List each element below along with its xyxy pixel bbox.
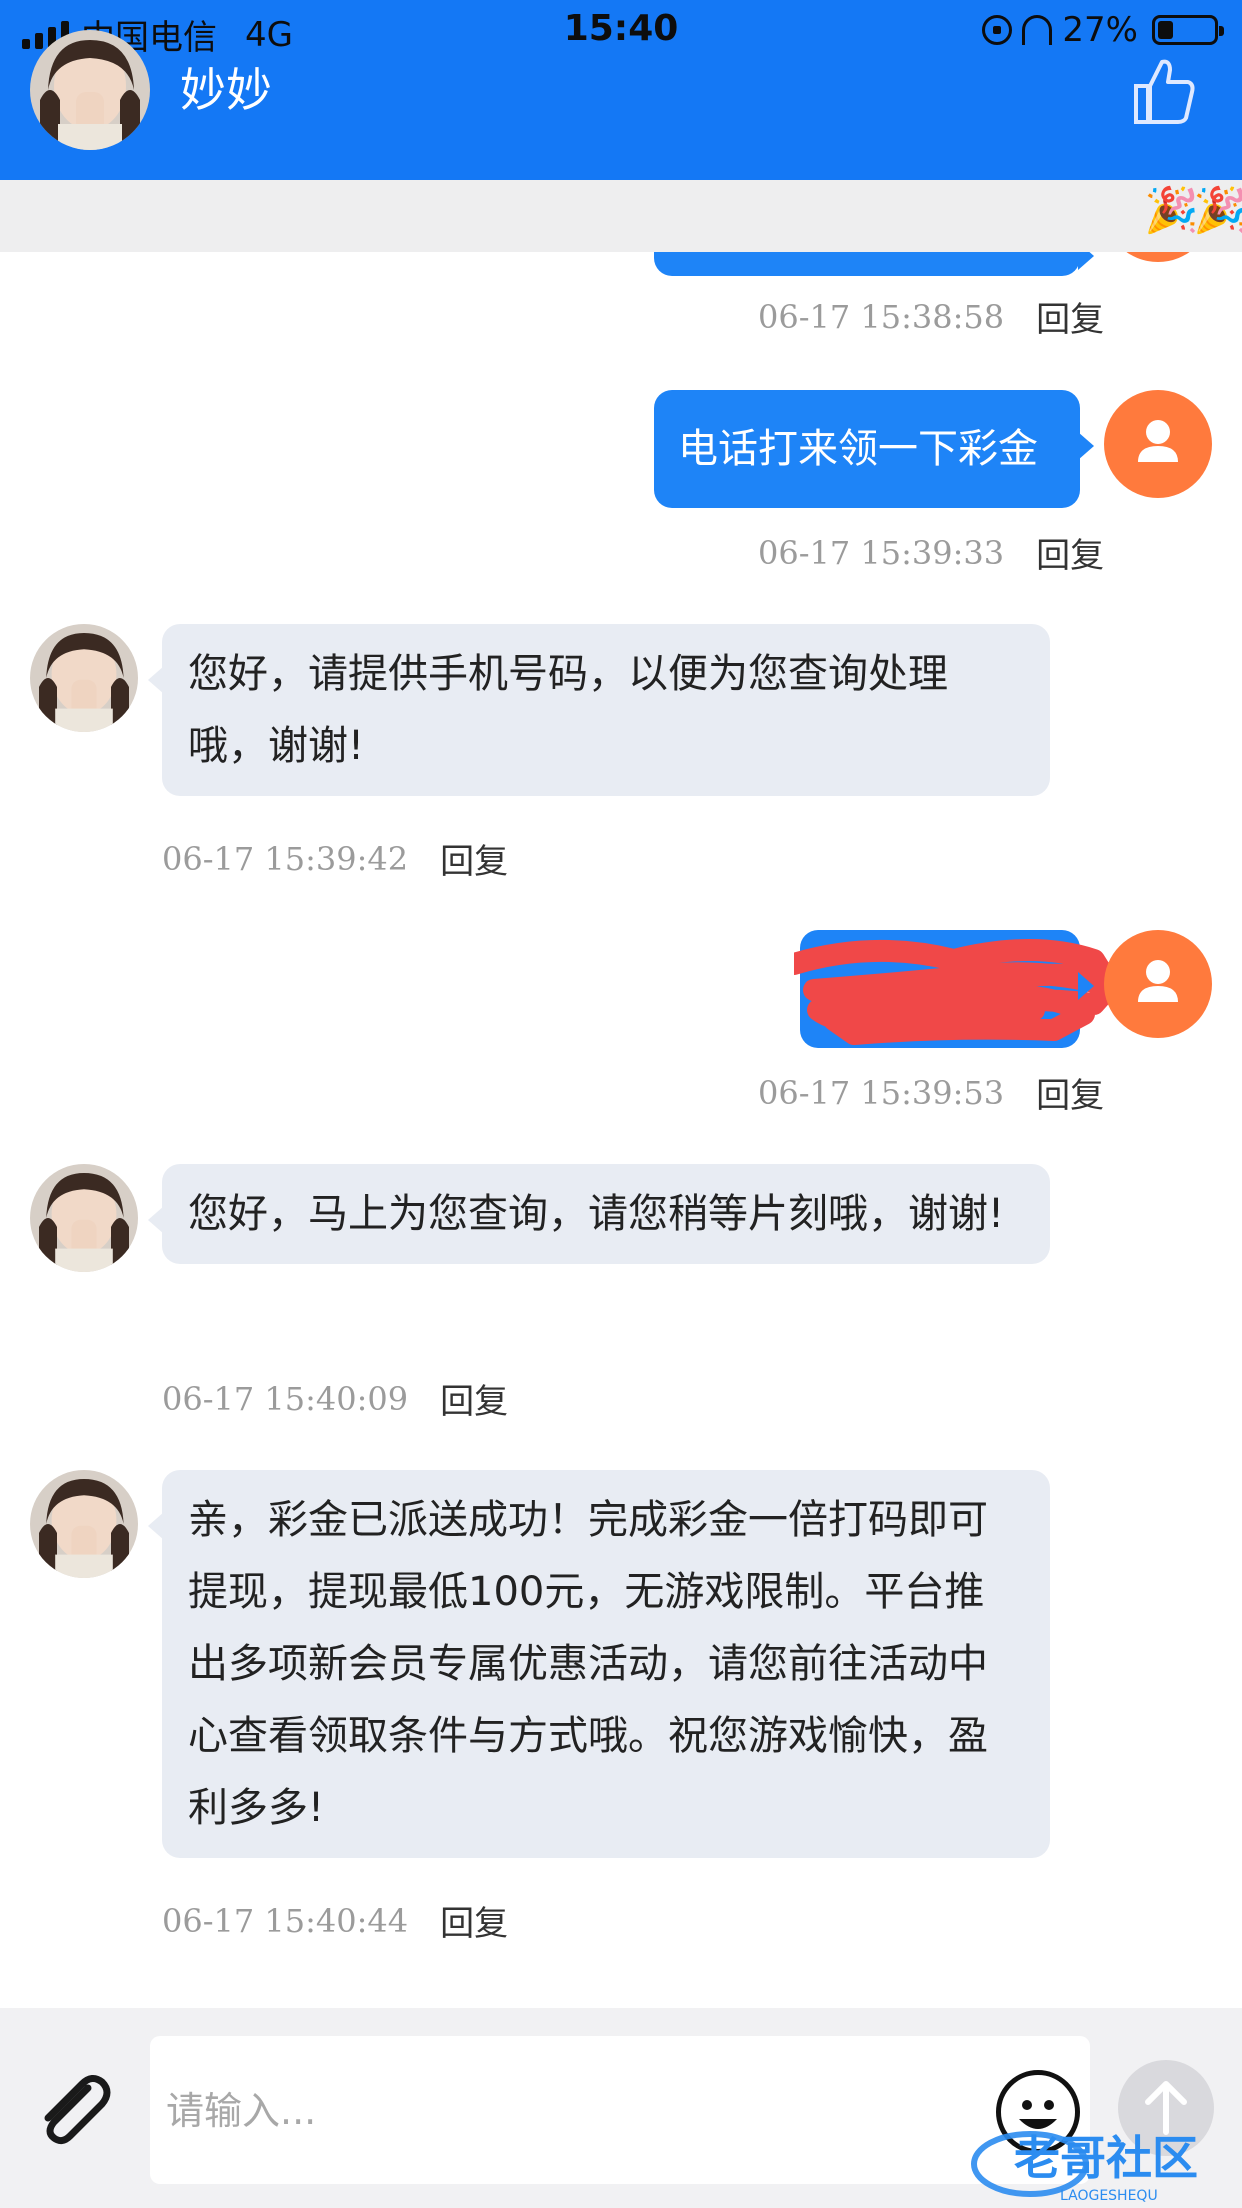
message-meta: 06-17 15:39:53 回复: [758, 1068, 1104, 1117]
notice-bar: 🎉🎉: [0, 180, 1242, 252]
headphones-icon: [1022, 15, 1053, 45]
message-timestamp: 06-17 15:40:44: [162, 1901, 409, 1940]
rotation-lock-icon: [982, 15, 1013, 45]
portrait-image: [30, 1164, 138, 1272]
message-meta: 06-17 15:40:44 回复: [162, 1896, 508, 1945]
message-meta: 06-17 15:38:58 回复: [758, 292, 1104, 341]
agent-avatar: [30, 624, 138, 732]
user-avatar: [1104, 930, 1212, 1038]
battery-icon: [1152, 15, 1224, 45]
reply-button[interactable]: 回复: [440, 1896, 508, 1945]
battery-percent: 27%: [1062, 10, 1138, 50]
outgoing-bubble[interactable]: [794, 930, 1114, 1048]
incoming-bubble[interactable]: 您好，请提供手机号码，以便为您查询处理哦，谢谢!: [148, 624, 1050, 796]
message-timestamp: 06-17 15:38:58: [758, 297, 1005, 336]
paperclip-icon[interactable]: [32, 2068, 116, 2152]
message-input[interactable]: [166, 2076, 986, 2146]
agent-avatar: [30, 1164, 138, 1272]
user-avatar: [1104, 390, 1212, 498]
svg-text:老哥社区: 老哥社区: [1014, 2131, 1198, 2185]
incoming-bubble[interactable]: 您好，马上为您查询，请您稍等片刻哦，谢谢!: [148, 1164, 1050, 1264]
chat-header: 中国电信 4G 15:40 27% 妙妙: [0, 0, 1242, 180]
reply-button[interactable]: 回复: [1036, 1068, 1104, 1117]
composer-bar: 老哥社区 LAOGESHEQU: [0, 2008, 1242, 2208]
agent-avatar: [30, 1470, 138, 1578]
message-timestamp: 06-17 15:39:42: [162, 839, 409, 878]
svg-text:LAOGESHEQU: LAOGESHEQU: [1060, 2188, 1158, 2204]
message-input-wrapper: [150, 2036, 1090, 2184]
message-timestamp: 06-17 15:39:53: [758, 1073, 1005, 1112]
message-meta: 06-17 15:40:09 回复: [162, 1374, 508, 1423]
message-timestamp: 06-17 15:39:33: [758, 533, 1005, 572]
person-icon: [1138, 960, 1178, 1002]
watermark-logo: 老哥社区 LAOGESHEQU: [968, 2118, 1238, 2208]
message-meta: 06-17 15:39:33 回复: [758, 528, 1104, 577]
portrait-image: [30, 1470, 138, 1578]
reply-button[interactable]: 回复: [1036, 292, 1104, 341]
message-timestamp: 06-17 15:40:09: [162, 1379, 409, 1418]
party-popper-icon: 🎉🎉: [1144, 185, 1242, 236]
incoming-bubble[interactable]: 亲，彩金已派送成功！完成彩金一倍打码即可提现，提现最低100元，无游戏限制。平台…: [148, 1470, 1050, 1858]
status-right: 27%: [982, 10, 1224, 50]
redaction-scribble: [794, 939, 1114, 1045]
status-bar: 中国电信 4G 15:40 27%: [0, 0, 1242, 62]
reply-button[interactable]: 回复: [440, 834, 508, 883]
thumbs-up-icon[interactable]: [1130, 56, 1196, 126]
reply-button[interactable]: 回复: [1036, 528, 1104, 577]
contact-name: 妙妙: [180, 63, 272, 117]
contact-avatar[interactable]: [30, 30, 150, 150]
reply-button[interactable]: 回复: [440, 1374, 508, 1423]
outgoing-bubble[interactable]: 电话打来领一下彩金: [654, 390, 1094, 508]
person-icon: [1138, 420, 1178, 462]
message-meta: 06-17 15:39:42 回复: [162, 834, 508, 883]
portrait-image: [30, 624, 138, 732]
